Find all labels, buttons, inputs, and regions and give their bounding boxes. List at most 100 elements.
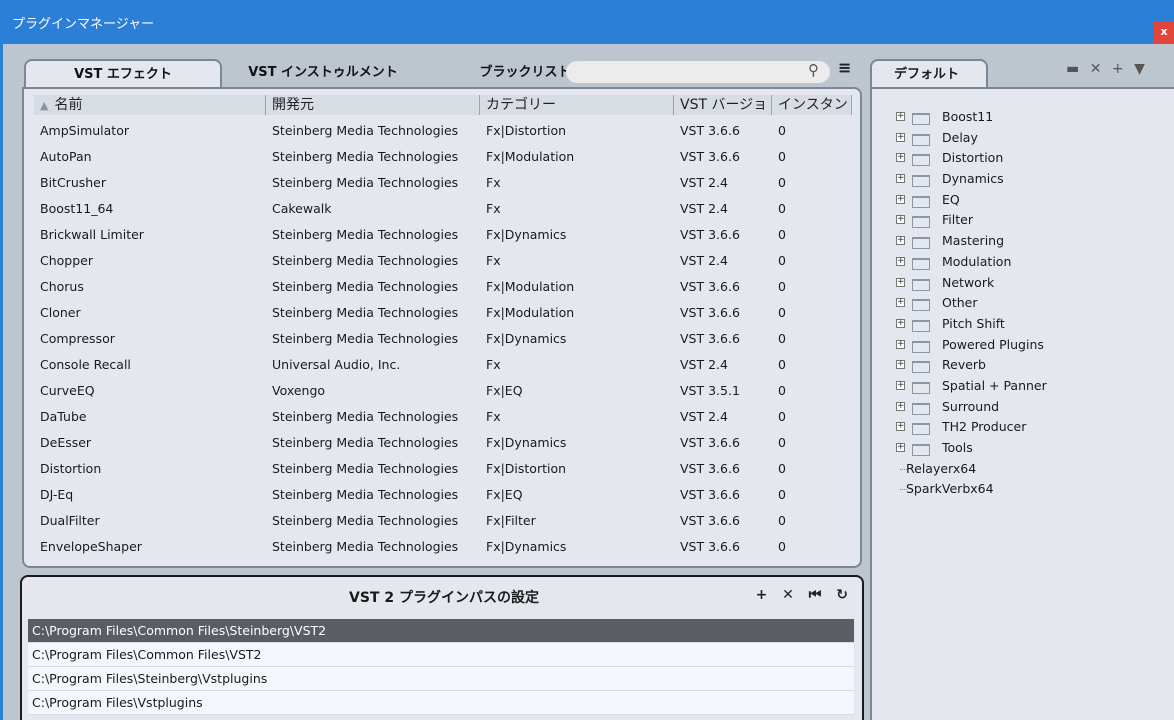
tree-folder[interactable]: + Boost11 — [896, 107, 1166, 128]
table-row[interactable]: DaTube Steinberg Media Technologies Fx VST … — [34, 408, 852, 434]
folder-icon — [912, 444, 930, 456]
expand-icon[interactable]: + — [896, 380, 905, 390]
table-row[interactable]: DeEsser Steinberg Media Technologies Fx|Dy… — [34, 434, 852, 460]
expand-icon[interactable]: + — [896, 360, 905, 370]
table-row[interactable]: CurveEQ Voxengo Fx|EQ VST 3.5.1 0 — [34, 382, 852, 408]
table-row[interactable]: AmpSimulator Steinberg Media Technologies… — [34, 122, 852, 148]
search-input[interactable] — [566, 61, 830, 83]
expand-icon[interactable]: + — [896, 339, 905, 349]
tree-folder[interactable]: + Spatial + Panner — [896, 376, 1166, 397]
tree-folder[interactable]: + Mastering — [896, 231, 1166, 252]
table-cell: AutoPan — [40, 149, 92, 164]
tree-leaf[interactable]: SparkVerbx64 — [896, 479, 1166, 500]
collection-tree-panel: + Boost11 + Delay + Distortion + Dynamics + EQ + Fi… — [870, 87, 1174, 720]
tree-folder[interactable]: + TH2 Producer — [896, 417, 1166, 438]
expand-icon[interactable]: + — [896, 401, 905, 411]
table-row[interactable]: Distortion Steinberg Media Technologies Fx… — [34, 460, 852, 486]
window-title: プラグインマネージャー — [12, 17, 155, 32]
folder-icon — [912, 402, 930, 415]
table-row[interactable]: AutoPan Steinberg Media Technologies Fx|Mo… — [34, 148, 852, 174]
table-row[interactable]: Compressor Steinberg Media Technologies Fx… — [34, 330, 852, 356]
tree-leaf[interactable]: Relayerx64 — [896, 459, 1166, 480]
tree-folder[interactable]: + Network — [896, 273, 1166, 294]
table-cell: VST 3.6.6 — [680, 227, 740, 242]
tree-folder[interactable]: + Distortion — [896, 148, 1166, 169]
column-header-category[interactable]: カテゴリー — [486, 95, 674, 115]
expand-icon[interactable]: + — [896, 443, 905, 452]
table-row[interactable]: Chopper Steinberg Media Technologies Fx VST… — [34, 252, 852, 278]
column-header-vst-version[interactable]: VST バージョ — [680, 95, 772, 115]
table-cell: Fx — [486, 253, 501, 268]
tree-folder[interactable]: + Delay — [896, 128, 1166, 149]
tab-vst-effects[interactable]: VST エフェクト — [24, 59, 222, 87]
expand-icon[interactable]: + — [896, 277, 905, 287]
table-cell: Steinberg Media Technologies — [272, 279, 459, 294]
menu-icon[interactable]: ≡ — [838, 58, 851, 77]
path-panel-title: VST 2 プラグインパスの設定 — [349, 590, 539, 606]
table-row[interactable]: Cloner Steinberg Media Technologies Fx|Mod… — [34, 304, 852, 330]
tree-folder[interactable]: + EQ — [896, 190, 1166, 211]
chevron-down-icon[interactable]: ▼ — [1134, 61, 1145, 77]
remove-path-icon[interactable]: ✕ — [782, 587, 794, 603]
table-cell: Cloner — [40, 305, 81, 320]
expand-icon[interactable]: + — [896, 132, 905, 142]
folder-icon — [912, 257, 930, 270]
path-item[interactable]: C:\Program Files\Common Files\VST2 — [28, 643, 854, 667]
table-row[interactable]: DJ-Eq Steinberg Media Technologies Fx|EQ VS… — [34, 486, 852, 512]
close-button[interactable]: x — [1154, 22, 1174, 44]
table-row[interactable]: DualFilter Steinberg Media Technologies Fx… — [34, 512, 852, 538]
table-row[interactable]: Boost11_64 Cakewalk Fx VST 2.4 0 — [34, 200, 852, 226]
table-cell: Console Recall — [40, 357, 131, 372]
table-cell: VST 3.6.6 — [680, 305, 740, 320]
expand-icon[interactable]: + — [896, 153, 905, 163]
expand-icon[interactable]: + — [896, 236, 905, 246]
tree-folder[interactable]: + Filter — [896, 210, 1166, 231]
table-row[interactable]: EnvelopeShaper Steinberg Media Technologi… — [34, 538, 852, 564]
tree-folder[interactable]: + Tools — [896, 438, 1166, 459]
column-header-vendor[interactable]: 開発元 — [272, 95, 480, 115]
search-icon[interactable]: ⚲ — [808, 61, 819, 79]
expand-icon[interactable]: + — [896, 215, 905, 225]
table-row[interactable]: Chorus Steinberg Media Technologies Fx|Mod… — [34, 278, 852, 304]
table-cell: Fx|EQ — [486, 383, 523, 398]
table-cell: Fx — [486, 201, 501, 216]
tree-folder-label: Dynamics — [942, 171, 1004, 187]
tree-folder[interactable]: + Reverb — [896, 355, 1166, 376]
expand-icon[interactable]: + — [896, 422, 905, 432]
path-item[interactable]: C:\Program Files\Common Files\Steinberg\… — [28, 619, 854, 643]
table-cell: Fx|Modulation — [486, 279, 575, 294]
table-body: AmpSimulator Steinberg Media Technologies… — [34, 122, 852, 564]
expand-icon[interactable]: + — [896, 256, 905, 266]
tree-folder[interactable]: + Modulation — [896, 252, 1166, 273]
path-item[interactable]: C:\Program Files\Steinberg\Vstplugins — [28, 667, 854, 691]
delete-icon[interactable]: ✕ — [1090, 61, 1102, 77]
tree-folder-label: Delay — [942, 129, 978, 145]
tab-default[interactable]: デフォルト — [870, 59, 988, 87]
table-row[interactable]: Brickwall Limiter Steinberg Media Technol… — [34, 226, 852, 252]
expand-icon[interactable]: + — [896, 194, 905, 204]
tab-vst-instruments[interactable]: VST インストゥルメント — [228, 59, 418, 87]
table-cell: Steinberg Media Technologies — [272, 513, 459, 528]
expand-icon[interactable]: + — [896, 174, 905, 184]
add-icon[interactable]: + — [1112, 61, 1124, 77]
tree-folder[interactable]: + Powered Plugins — [896, 335, 1166, 356]
path-item[interactable]: C:\Program Files\Vstplugins — [28, 691, 854, 715]
column-header-instances[interactable]: インスタン — [778, 95, 852, 115]
table-cell: 0 — [778, 461, 786, 476]
expand-icon[interactable]: + — [896, 112, 905, 121]
tree-folder[interactable]: + Other — [896, 293, 1166, 314]
table-row[interactable]: Console Recall Universal Audio, Inc. Fx VST… — [34, 356, 852, 382]
tree-folder[interactable]: + Pitch Shift — [896, 314, 1166, 335]
reset-path-icon[interactable]: ⏮ — [809, 587, 822, 603]
table-row[interactable]: BitCrusher Steinberg Media Technologies Fx… — [34, 174, 852, 200]
folder-icon[interactable]: ▬ — [1066, 61, 1079, 77]
refresh-icon[interactable]: ↻ — [836, 587, 848, 603]
add-path-icon[interactable]: + — [756, 587, 768, 603]
table-cell: Fx|Dynamics — [486, 331, 567, 346]
column-header-name[interactable]: ▲ 名前 — [40, 95, 266, 115]
tree-folder[interactable]: + Dynamics — [896, 169, 1166, 190]
expand-icon[interactable]: + — [896, 298, 905, 308]
tree-folder[interactable]: + Surround — [896, 397, 1166, 418]
expand-icon[interactable]: + — [896, 318, 905, 328]
table-cell: VST 3.6.6 — [680, 279, 740, 294]
